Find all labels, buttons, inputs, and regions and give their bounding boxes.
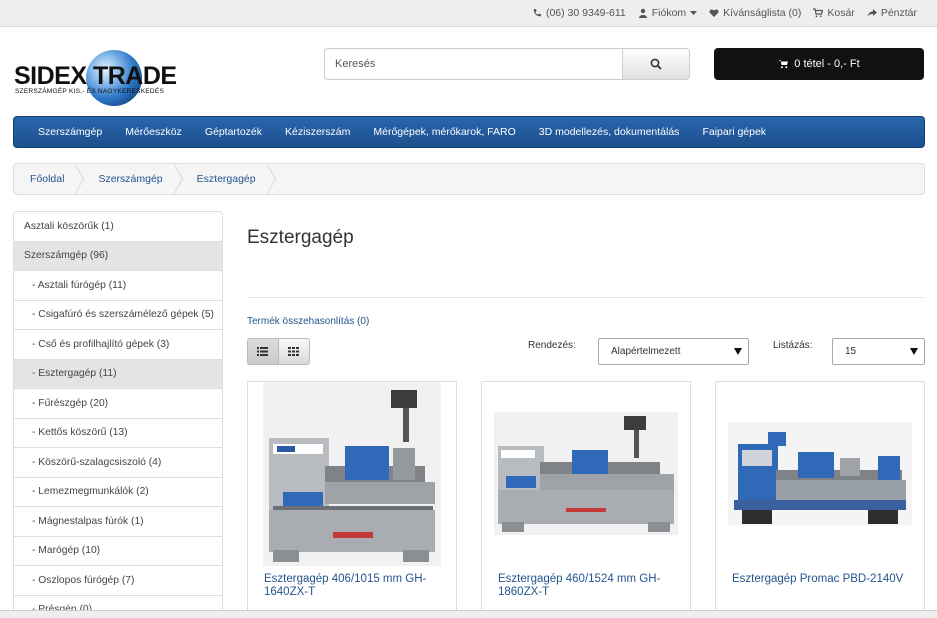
breadcrumb-home[interactable]: Főoldal [14, 164, 85, 194]
account-label: Fiókom [651, 7, 687, 19]
breadcrumb-szerszamgep[interactable]: Szerszámgép [82, 164, 183, 194]
product-card[interactable]: Esztergagép 406/1015 mm GH-1640ZX-T [247, 381, 457, 618]
product-name[interactable]: Esztergagép Promac PBD-2140V [732, 573, 917, 586]
list-icon [257, 347, 269, 356]
cart-label: Kosár [827, 7, 855, 19]
menu-item-3d-modellezes[interactable]: 3D modellezés, dokumentálás [539, 126, 680, 138]
divider [247, 297, 925, 298]
search-icon [650, 58, 662, 70]
top-bar: (06) 30 9349-611 Fiókom Kívánságlista (0… [0, 0, 937, 27]
page-title: Esztergagép [247, 227, 354, 248]
shopping-cart-icon [778, 60, 789, 69]
phone-link[interactable]: (06) 30 9349-611 [532, 7, 626, 19]
limit-select[interactable]: 15 [832, 338, 925, 365]
logo-tagline: SZERSZÁMGÉP KIS,- ÉS NAGYKERESKEDÉS [15, 88, 165, 95]
sidebar-item[interactable]: - Mágnestalpas fúrók (1) [14, 507, 222, 537]
sidebar-item[interactable]: Asztali köszörűk (1) [14, 212, 222, 242]
menu-item-geptartozek[interactable]: Géptartozék [205, 126, 262, 138]
sidebar-item[interactable]: - Lemezmegmunkálók (2) [14, 478, 222, 507]
top-links: (06) 30 9349-611 Fiókom Kívánságlista (0… [532, 0, 917, 26]
phone-number: (06) 30 9349-611 [545, 7, 626, 19]
menu-item-szerszamgep[interactable]: Szerszámgép [38, 126, 102, 138]
caret-down-icon [910, 348, 918, 355]
search-input[interactable] [324, 48, 622, 80]
category-sidebar: Asztali köszörűk (1) Szerszámgép (96) - … [13, 211, 223, 618]
sidebar-item[interactable]: - Köszörű-szalagcsiszoló (4) [14, 448, 222, 478]
sidebar-item[interactable]: Szerszámgép (96) [14, 241, 222, 271]
view-toggle [247, 338, 310, 365]
logo-name: SIDEX TRADE [14, 62, 177, 90]
main-menu: Szerszámgép Mérőeszköz Géptartozék Kézis… [13, 116, 925, 148]
window-bottom-edge [0, 610, 937, 618]
sidebar-item[interactable]: - Cső és profilhajlító gépek (3) [14, 330, 222, 360]
sidebar-item[interactable]: - Fűrészgép (20) [14, 389, 222, 419]
wishlist-link[interactable]: Kívánságlista (0) [709, 7, 801, 19]
limit-value: 15 [845, 346, 857, 357]
sidebar-item[interactable]: - Asztali fúrógép (11) [14, 271, 222, 301]
checkout-label: Pénztár [880, 7, 917, 19]
caret-down-icon [690, 10, 698, 15]
lathe-image[interactable] [494, 412, 678, 535]
sidebar-item[interactable]: - Oszlopos fúrógép (7) [14, 566, 222, 596]
site-logo[interactable]: SIDEX TRADE SZERSZÁMGÉP KIS,- ÉS NAGYKER… [14, 48, 177, 108]
search-button[interactable] [622, 48, 690, 80]
product-name[interactable]: Esztergagép 460/1524 mm GH-1860ZX-T [498, 573, 683, 599]
menu-item-meregepek[interactable]: Mérőgépek, mérőkarok, FARO [373, 126, 515, 138]
cart-link[interactable]: Kosár [813, 7, 855, 19]
cart-summary: 0 tétel - 0,- Ft [794, 58, 860, 70]
menu-item-faipari-gepek[interactable]: Faipari gépek [702, 126, 766, 138]
menu-item-meroeszkoz[interactable]: Mérőeszköz [125, 126, 182, 138]
cart-button[interactable]: 0 tétel - 0,- Ft [714, 48, 924, 80]
product-card[interactable]: Esztergagép 460/1524 mm GH-1860ZX-T [481, 381, 691, 618]
wishlist-label: Kívánságlista (0) [723, 7, 802, 19]
shopping-cart-icon [813, 8, 824, 18]
sort-label: Rendezés: [528, 340, 576, 351]
sidebar-item[interactable]: - Kettős köszörű (13) [14, 419, 222, 448]
heart-icon [709, 9, 719, 17]
breadcrumb: Főoldal Szerszámgép Esztergagép [13, 163, 925, 195]
breadcrumb-esztergagep[interactable]: Esztergagép [181, 164, 276, 194]
list-view-button[interactable] [247, 338, 279, 365]
grid-icon [288, 347, 300, 356]
sidebar-item[interactable]: - Marógép (10) [14, 537, 222, 566]
menu-item-keziszerszam[interactable]: Kéziszerszám [285, 126, 350, 138]
phone-icon [533, 9, 541, 17]
product-compare-link[interactable]: Termék összehasonlítás (0) [247, 316, 369, 327]
product-name[interactable]: Esztergagép 406/1015 mm GH-1640ZX-T [264, 573, 449, 599]
lathe-image[interactable] [263, 382, 441, 566]
caret-down-icon [734, 348, 742, 355]
limit-label: Listázás: [773, 340, 813, 351]
sidebar-item[interactable]: - Esztergagép (11) [14, 359, 222, 389]
sort-select[interactable]: Alapértelmezett [598, 338, 749, 365]
grid-view-button[interactable] [278, 338, 310, 365]
user-icon [638, 8, 647, 18]
search-bar [324, 48, 690, 80]
account-dropdown[interactable]: Fiókom [638, 7, 698, 19]
lathe-image[interactable] [728, 422, 912, 525]
share-arrow-icon [867, 9, 877, 17]
sort-value: Alapértelmezett [611, 346, 681, 357]
sidebar-item[interactable]: - Csigafúró és szerszámélező gépek (5) [14, 301, 222, 330]
product-card[interactable]: Esztergagép Promac PBD-2140V [715, 381, 925, 618]
checkout-link[interactable]: Pénztár [867, 7, 917, 19]
